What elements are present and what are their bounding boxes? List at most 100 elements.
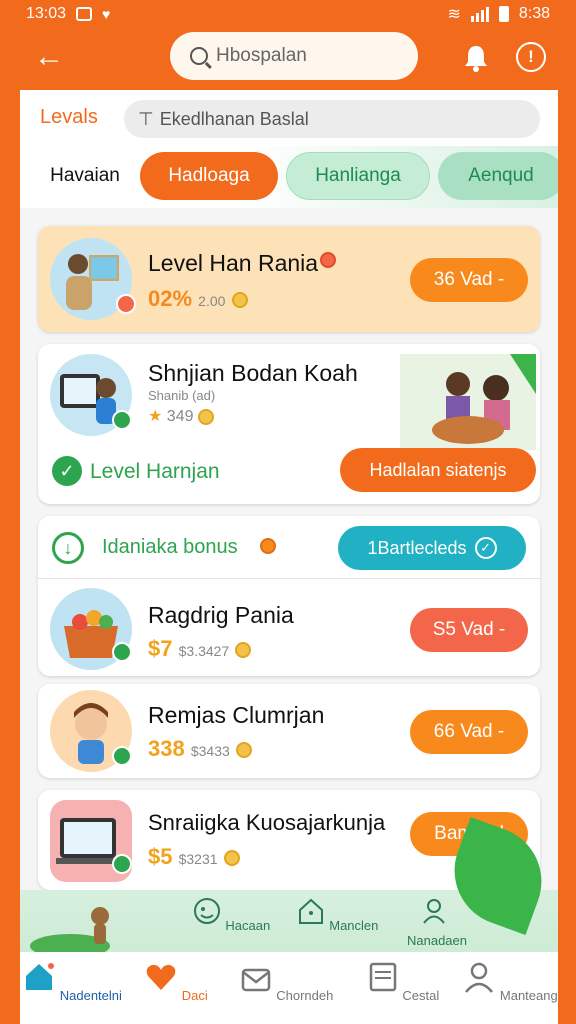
card-action-button[interactable]: 36 Vad - [410,258,528,302]
level-card-1[interactable]: Level Han Rania 02% 2.00 36 Vad - [38,226,540,332]
coin-icon [235,742,252,759]
card-price-small: $3433 [190,743,230,759]
card-price-value: $5 [148,844,173,869]
tab-aenqud[interactable]: Aenqud [438,152,558,200]
card-action-label: 66 Vad [433,721,493,742]
coin-icon [197,408,214,425]
tab-hanlianga[interactable]: Hanlianga [286,152,430,200]
nav-favorites[interactable]: Daci [124,960,228,1003]
tab-hadloaga[interactable]: Hadloaga [140,152,278,200]
nav-label: Daci [181,988,208,1003]
coin-icon [231,292,248,309]
card-price-small: $3.3427 [178,643,230,659]
top-bar: ← Hbospalan ! [0,28,576,88]
bonus-button[interactable]: 1Bartlecleds ✓ [338,526,526,570]
levels-row: Levals ⊤ Ekedlhanan Baslal [20,90,558,146]
card-price-small: $3231 [178,851,218,867]
home-icon [298,898,323,924]
document-icon [369,962,396,992]
heart-status-icon: ♥ [102,6,111,22]
status-bar: 13:03 ♥ ≋ 8:38 [0,0,576,28]
quick-action-manclen[interactable]: Manclen [292,896,382,933]
notification-icon [76,7,93,21]
users-icon [423,899,445,924]
coin-icon [223,850,240,867]
info-icon[interactable]: ! [516,42,546,72]
status-battery-time: 8:38 [518,5,550,22]
nav-home[interactable]: Nadentelni [20,960,124,1003]
bonus-label: Idaniaka bonus [102,536,238,558]
user-icon [465,962,494,993]
nav-inbox[interactable]: Chorndeh [234,960,338,1003]
tabs-row: Havaian Hadloaga Hanlianga Aenqud [20,146,558,208]
levels-label: Levals [40,106,98,128]
bonus-button-label: 1Bartlecleds [367,537,467,558]
bonus-card[interactable]: ↓ Idaniaka bonus 1Bartlecleds ✓ Ragdrig P… [38,516,540,676]
level-card-4[interactable]: Remjas Clumrjan 338 $3433 66 Vad - [38,684,540,778]
card-price-value: 02% [148,286,193,311]
card-subtitle: Shanib (ad) [148,388,216,403]
text-cursor-icon: ⊤ [138,108,154,129]
monkey-illustration [30,907,110,952]
avatar-badge [112,854,132,874]
levels-input-value: Ekedlhanan Baslal [159,108,309,129]
quick-action-label: Manclen [329,918,379,933]
card-footer-label: Level Harnjan [90,460,220,483]
card-action-button[interactable]: S5 Vad - [410,608,528,652]
divider [38,578,540,579]
coin-icon [260,538,276,554]
level-card-2[interactable]: Shnjian Bodan Koah Shanib (ad) ★ 349 ✓ L… [38,344,540,504]
card-title: Snraiigka Kuosajarkunja [148,810,386,835]
bottom-nav: Nadentelni Daci Chorndeh Cestal Manteang [20,952,558,1024]
avatar-badge [112,746,132,766]
card-title: Remjas Clumrjan [148,702,325,728]
avatar-badge [116,294,136,314]
back-arrow-icon[interactable]: ← [34,40,70,76]
nav-label: Manteang [499,988,558,1003]
status-time: 13:03 [26,5,67,22]
card-action-button[interactable]: 66 Vad - [410,710,528,754]
card-price-value: 349 [166,408,194,425]
envelope-icon [241,968,270,992]
avatar-badge [112,642,132,662]
quick-action-label: Nanadaen [407,933,467,948]
checkmark-icon: ✓ [52,456,82,486]
card-price-small: 2.00 [198,293,226,309]
face-icon [193,898,220,924]
wifi-icon: ≋ [447,6,461,23]
card-title: Level Han Rania [148,250,319,276]
home-icon [26,963,55,990]
signal-icon [470,6,489,22]
card-action-label: S5 Vad [432,619,494,640]
card-action-button[interactable]: Hadlalan siatenjs [340,448,536,492]
check-circle-icon: ✓ [474,537,497,559]
quick-action-label: Hacaan [225,918,271,933]
card-price: 02% 2.00 [148,286,248,312]
avatar-badge [112,410,132,430]
levels-input[interactable]: ⊤ Ekedlhanan Baslal [124,100,540,138]
nav-documents[interactable]: Cestal [350,960,454,1003]
card-price-value: 338 [148,736,185,761]
nav-label: Chorndeh [276,988,334,1003]
card-title: Shnjian Bodan Koah [148,360,358,386]
bell-icon[interactable] [460,42,492,74]
search-placeholder: Hbospalan [216,45,307,66]
card-price: $7 $3.3427 [148,636,252,662]
nav-profile[interactable]: Manteang [458,960,562,1003]
battery-icon [498,6,509,22]
arrow-down-icon: ↓ [52,532,84,564]
badge-icon [320,252,336,268]
star-icon: ★ [148,408,163,425]
nav-label: Cestal [402,988,440,1003]
card-price: $5 $3231 [148,844,240,870]
tab-havaian[interactable]: Havaian [30,152,140,200]
nav-label: Nadentelni [59,988,122,1003]
quick-action-hacaan[interactable]: Hacaan [186,896,276,933]
card-action-label: 36 Vad [433,269,493,290]
search-icon [190,47,208,65]
coin-icon [235,642,252,659]
search-input[interactable]: Hbospalan [170,32,418,80]
card-price-value: $7 [148,636,173,661]
card-price: ★ 349 [148,406,214,426]
cooking-illustration [400,354,536,450]
